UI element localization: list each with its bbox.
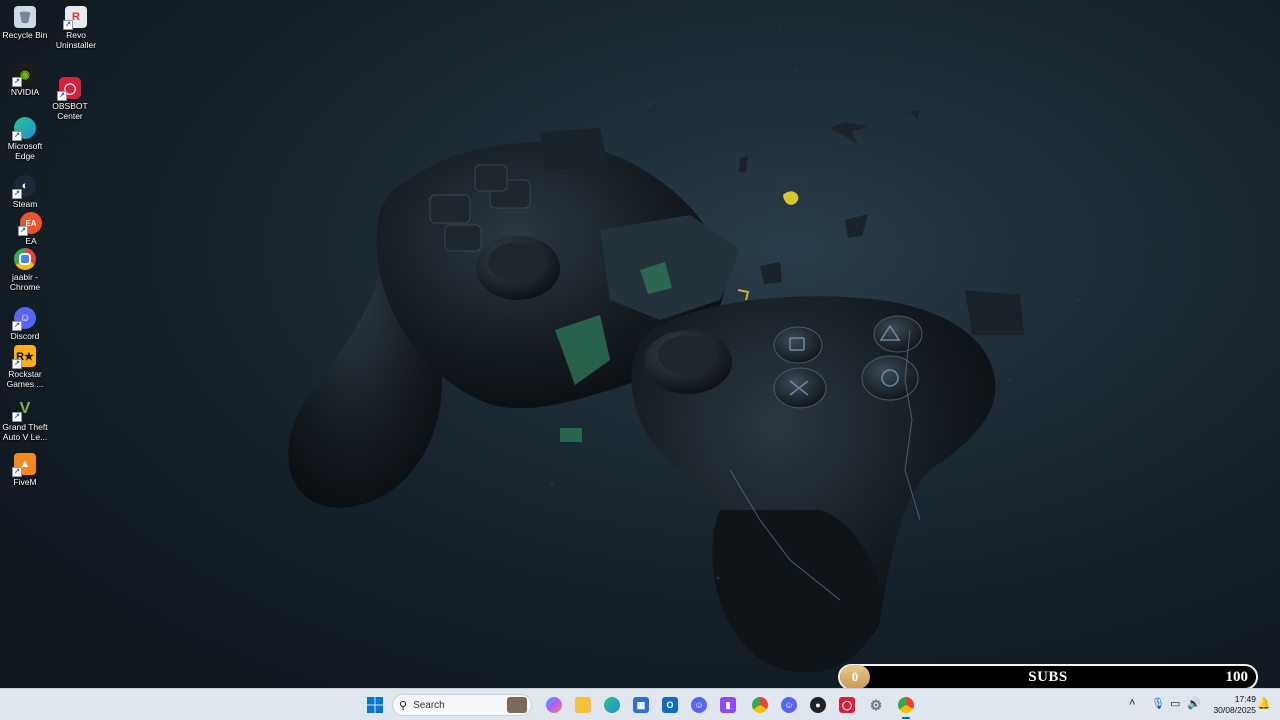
microphone-icon[interactable]: 🎙 bbox=[1151, 697, 1165, 710]
network-icon[interactable]: ▭ bbox=[1170, 697, 1180, 710]
taskbar-obsbot[interactable]: ◯ bbox=[835, 693, 859, 717]
taskbar-settings[interactable]: ⚙ bbox=[864, 693, 888, 717]
start-button[interactable] bbox=[363, 693, 387, 717]
steam-icon: ◐ ↗ bbox=[12, 175, 36, 199]
copilot-icon bbox=[546, 697, 562, 713]
clock-date: 30/08/2025 bbox=[1213, 705, 1256, 715]
ea-icon: EA ↗ bbox=[18, 212, 42, 236]
subs-goal: 100 bbox=[1225, 668, 1249, 685]
taskbar-chrome-active[interactable] bbox=[894, 693, 918, 719]
search-placeholder: Search bbox=[413, 699, 445, 711]
volume-icon[interactable]: 🔊 bbox=[1187, 697, 1201, 710]
wallpaper-controller-image bbox=[288, 29, 1080, 673]
clock-time: 17:49 bbox=[1234, 694, 1256, 704]
desktop-icon-steam[interactable]: ◐ ↗ Steam bbox=[0, 175, 50, 209]
taskbar-chrome[interactable] bbox=[748, 693, 772, 717]
notification-bell-icon[interactable]: 🔔 bbox=[1257, 697, 1271, 710]
taskbar-discord[interactable]: ☺ bbox=[687, 693, 711, 717]
taskbar-edge[interactable] bbox=[600, 693, 624, 717]
chrome-icon bbox=[898, 697, 914, 713]
desktop-icon-revo-uninstaller[interactable]: R ↗ Revo Uninstaller bbox=[51, 6, 101, 50]
desktop-icon-recycle-bin[interactable]: 🗑 Recycle Bin bbox=[0, 6, 50, 40]
subs-progress-bar: 0 SUBS 100 bbox=[838, 664, 1258, 688]
desktop-icon-label: FiveM bbox=[13, 477, 37, 487]
app-icon: ● bbox=[810, 697, 826, 713]
taskbar-twitch[interactable]: ▮ bbox=[716, 693, 740, 717]
desktop-icon-label: jaabir - Chrome bbox=[9, 272, 41, 292]
desktop-icon-label: Discord bbox=[10, 331, 40, 341]
taskbar-microsoft-store[interactable]: ▦ bbox=[629, 693, 653, 717]
taskbar-discord-notify[interactable]: ☺ bbox=[777, 693, 801, 717]
discord-icon: ☺ bbox=[781, 697, 797, 713]
desktop-icon-microsoft-edge[interactable]: ↗ Microsoft Edge bbox=[0, 117, 50, 161]
edge-icon bbox=[604, 697, 620, 713]
desktop-icon-label: Revo Uninstaller bbox=[55, 30, 97, 50]
taskbar: ⚲ Search ▦ O ☺ ▮ ☺ ● ◯ ⚙ ˄ 🎙 ▭ 🔊 17:49 3… bbox=[0, 688, 1280, 720]
desktop-icon-ea[interactable]: EA ↗ EA bbox=[6, 212, 56, 246]
fivem-icon: ▲ ↗ bbox=[12, 453, 36, 477]
discord-icon: ☺ bbox=[691, 697, 707, 713]
taskbar-app-dark[interactable]: ● bbox=[806, 693, 830, 717]
desktop-icon-label: NVIDIA bbox=[10, 87, 40, 97]
rockstar-games-icon: R★ ↗ bbox=[12, 345, 36, 369]
desktop-icon-label: Rockstar Games ... bbox=[6, 369, 44, 389]
twitch-icon: ▮ bbox=[720, 697, 736, 713]
desktop-icon-label: OBSBOT Center bbox=[52, 101, 88, 121]
desktop-icon-label: Recycle Bin bbox=[2, 30, 48, 40]
nvidia-icon: ◉ ↗ bbox=[12, 63, 36, 87]
chrome-icon bbox=[14, 248, 36, 270]
folder-icon bbox=[575, 697, 591, 713]
recycle-bin-icon: 🗑 bbox=[14, 6, 36, 28]
obsbot-center-icon: ◯ ↗ bbox=[57, 77, 81, 101]
taskbar-outlook[interactable]: O bbox=[658, 693, 682, 717]
desktop-icon-chrome-profile[interactable]: jaabir - Chrome bbox=[0, 248, 50, 292]
desktop-icon-gta-v[interactable]: V ↗ Grand Theft Auto V Le... bbox=[0, 398, 50, 442]
revo-uninstaller-icon: R ↗ bbox=[63, 6, 87, 30]
desktop-icon-label: Grand Theft Auto V Le... bbox=[2, 422, 48, 442]
discord-icon: ☺ ↗ bbox=[12, 307, 36, 331]
desktop-icon-obsbot-center[interactable]: ◯ ↗ OBSBOT Center bbox=[45, 77, 95, 121]
taskbar-file-explorer[interactable] bbox=[571, 693, 595, 717]
subs-label: SUBS bbox=[1028, 668, 1068, 685]
windows-logo-icon bbox=[367, 697, 383, 713]
show-hidden-icons-chevron-icon[interactable]: ˄ bbox=[1129, 697, 1135, 709]
desktop-icon-fivem[interactable]: ▲ ↗ FiveM bbox=[0, 453, 50, 487]
desktop-icon-label: EA bbox=[25, 236, 37, 246]
desktop-icon-label: Microsoft Edge bbox=[7, 141, 43, 161]
outlook-icon: O bbox=[662, 697, 678, 713]
desktop-icon-discord[interactable]: ☺ ↗ Discord bbox=[0, 307, 50, 341]
search-highlight-image bbox=[507, 697, 527, 713]
gta-v-icon: V ↗ bbox=[12, 398, 36, 422]
taskbar-search-box[interactable]: ⚲ Search bbox=[392, 694, 532, 716]
search-icon: ⚲ bbox=[399, 699, 408, 712]
edge-icon: ↗ bbox=[12, 117, 36, 141]
desktop-icon-nvidia[interactable]: ◉ ↗ NVIDIA bbox=[0, 63, 50, 97]
desktop: 🗑 Recycle Bin R ↗ Revo Uninstaller ◉ ↗ NVI… bbox=[0, 0, 1280, 688]
chrome-icon bbox=[752, 697, 768, 713]
taskbar-copilot[interactable] bbox=[542, 693, 566, 717]
store-icon: ▦ bbox=[633, 697, 649, 713]
obsbot-icon: ◯ bbox=[839, 697, 855, 713]
desktop-icon-rockstar-games[interactable]: R★ ↗ Rockstar Games ... bbox=[0, 345, 50, 389]
gear-icon: ⚙ bbox=[869, 696, 883, 713]
desktop-icon-label: Steam bbox=[12, 199, 38, 209]
taskbar-clock[interactable]: 17:49 30/08/2025 bbox=[1202, 694, 1256, 716]
